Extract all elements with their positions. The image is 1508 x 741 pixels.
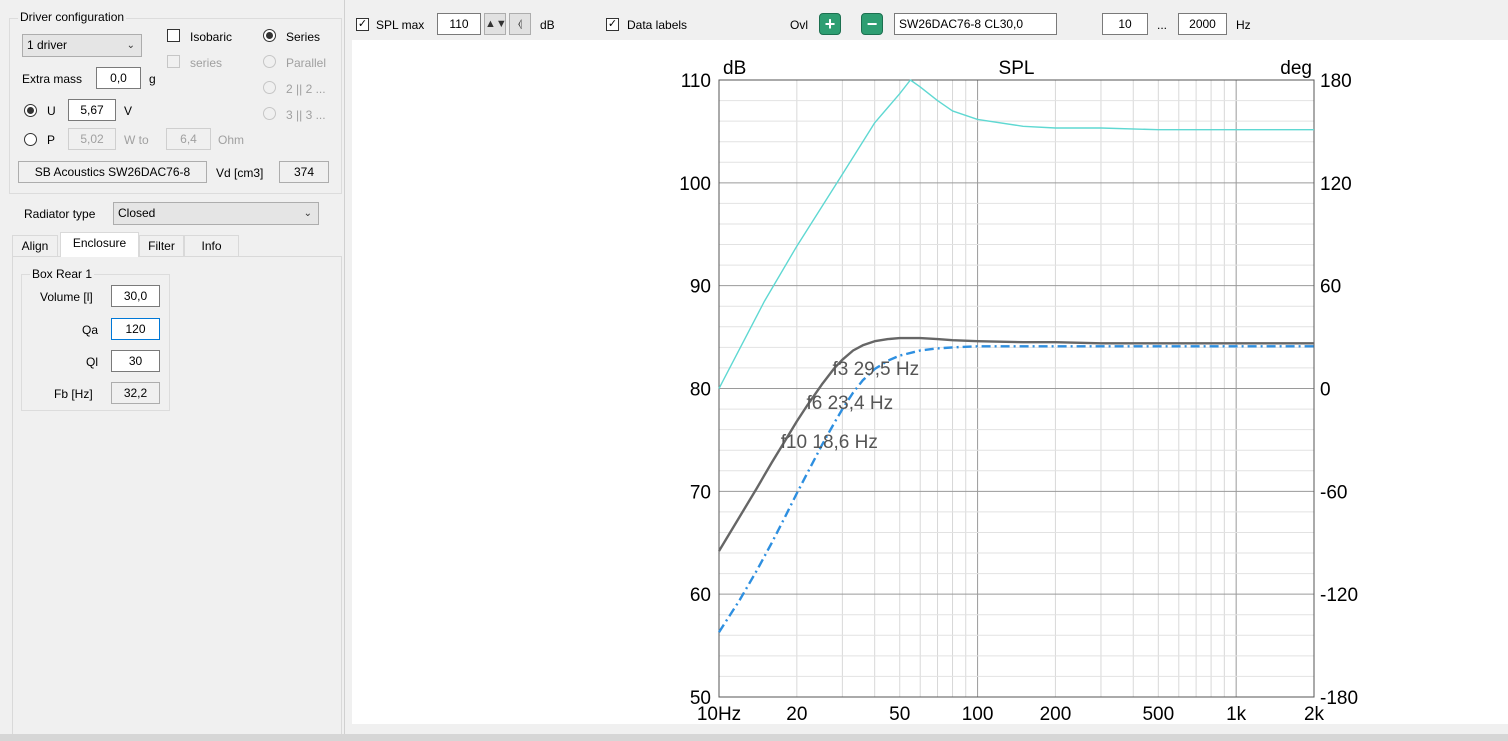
data-labels-label: Data labels (627, 18, 688, 32)
freq-min-input[interactable]: 10 (1102, 13, 1148, 35)
ql-input[interactable]: 30 (111, 350, 160, 372)
qa-input[interactable]: 120 (111, 318, 160, 340)
y2-tick-label: -120 (1320, 585, 1358, 606)
box-rear-title: Box Rear 1 (30, 267, 95, 281)
extra-mass-input[interactable]: 0,0 (96, 67, 141, 89)
spin-up-down-icon[interactable]: ▲▼ (484, 13, 507, 35)
y-tick-label: 100 (679, 174, 711, 195)
data-label: f3 29,5 Hz (832, 359, 919, 380)
p-unit: W to (124, 133, 149, 147)
vd-field: 374 (279, 161, 329, 183)
spl-unit: dB (540, 18, 555, 32)
isobaric-checkbox[interactable] (167, 29, 180, 42)
data-labels-checkbox[interactable]: ✓ (606, 18, 619, 31)
tab-filter[interactable]: Filter (139, 235, 184, 257)
ovl-label: Ovl (790, 18, 808, 32)
driver-config-title: Driver configuration (18, 10, 127, 24)
radiator-type-select[interactable]: Closed ⌄ (113, 202, 319, 225)
series-sub-label: series (190, 56, 223, 70)
y-tick-label: 60 (690, 585, 711, 606)
remove-overlay-icon[interactable]: − (861, 13, 883, 35)
x-tick-label: 100 (962, 704, 994, 724)
u-radio[interactable] (24, 104, 37, 117)
p-radio[interactable] (24, 133, 37, 146)
x-tick-label: 10Hz (697, 704, 741, 724)
data-label: f10 18,6 Hz (781, 432, 878, 453)
volume-input[interactable]: 30,0 (111, 285, 160, 307)
y-tick-label: 90 (690, 277, 711, 298)
fb-label: Fb [Hz] (54, 387, 93, 401)
spl-max-input[interactable]: 110 (437, 13, 481, 35)
fb-field: 32,2 (111, 382, 160, 404)
series-label: Series (286, 30, 321, 44)
y-tick-label: 80 (690, 380, 711, 401)
ohm-input[interactable]: 6,4 (166, 128, 211, 150)
vd-label: Vd [cm3] (216, 166, 264, 180)
ohm-unit: Ohm (218, 133, 245, 147)
chart-panel: 50 60 70 80 90 100 110 -180 -120 -60 0 60 120 180 10Hz… (352, 40, 1508, 724)
spl-chart: 50 60 70 80 90 100 110 -180 -120 -60 0 60 120 180 10Hz… (679, 58, 1358, 724)
y2-tick-label: 120 (1320, 174, 1352, 195)
overlay-name-input[interactable]: SW26DAC76-8 CL30,0 (894, 13, 1057, 35)
spl-max-checkbox[interactable]: ✓ (356, 18, 369, 31)
p-input[interactable]: 5,02 (68, 128, 116, 150)
radiator-type-value: Closed (118, 206, 156, 220)
driver-name-field: SB Acoustics SW26DAC76-8 (18, 161, 207, 183)
series-radio[interactable] (263, 29, 276, 42)
tab-info[interactable]: Info (184, 235, 239, 257)
chevron-down-icon: ⌄ (126, 40, 135, 51)
y2-tick-label: 180 (1320, 71, 1352, 92)
freq-separator: ... (1157, 18, 1168, 32)
series-sub-checkbox[interactable] (167, 55, 180, 68)
isobaric-label: Isobaric (190, 30, 233, 44)
parallel-label: Parallel (286, 56, 327, 70)
qa-label: Qa (82, 323, 99, 337)
u-label: U (47, 104, 56, 118)
spin-expand-icon[interactable]: ⦉ (509, 13, 531, 35)
spl-max-label: SPL max (376, 18, 425, 32)
chevron-down-icon: ⌄ (303, 208, 312, 219)
x-tick-label: 50 (889, 704, 910, 724)
p-label: P (47, 133, 56, 147)
add-overlay-icon[interactable]: + (819, 13, 841, 35)
x-tick-label: 2k (1304, 704, 1325, 724)
x-tick-label: 500 (1142, 704, 1174, 724)
y2-tick-label: -60 (1320, 482, 1347, 503)
opt-3x3-radio[interactable] (263, 107, 276, 120)
u-input[interactable]: 5,67 (68, 99, 116, 121)
y2-tick-label: 0 (1320, 380, 1331, 401)
x-tick-label: 200 (1040, 704, 1072, 724)
chart-title: SPL (999, 58, 1035, 79)
y-tick-label: 110 (681, 71, 711, 92)
bottom-bar (0, 734, 1508, 741)
y2-tick-label: -180 (1320, 688, 1358, 709)
opt-2x2-radio[interactable] (263, 81, 276, 94)
freq-unit: Hz (1236, 18, 1251, 32)
y-axis-label: dB (723, 58, 746, 79)
radiator-type-label: Radiator type (24, 207, 96, 221)
ql-label: Ql (86, 355, 98, 369)
driver-count-value: 1 driver (27, 38, 68, 52)
x-tick-label: 20 (786, 704, 807, 724)
tab-align[interactable]: Align (12, 235, 58, 257)
extra-mass-unit: g (149, 72, 156, 86)
freq-max-input[interactable]: 2000 (1178, 13, 1227, 35)
y-tick-label: 70 (690, 482, 711, 503)
parallel-radio[interactable] (263, 55, 276, 68)
extra-mass-label: Extra mass (22, 72, 83, 86)
y2-tick-label: 60 (1320, 277, 1341, 298)
opt-2x2-label: 2 || 2 ... (286, 82, 326, 96)
driver-count-select[interactable]: 1 driver ⌄ (22, 34, 142, 57)
opt-3x3-label: 3 || 3 ... (286, 108, 326, 122)
y2-axis-label: deg (1280, 58, 1312, 79)
volume-label: Volume [l] (40, 290, 93, 304)
u-unit: V (124, 104, 133, 118)
data-label: f6 23,4 Hz (806, 393, 893, 414)
x-tick-label: 1k (1226, 704, 1247, 724)
tab-enclosure[interactable]: Enclosure (60, 232, 139, 257)
